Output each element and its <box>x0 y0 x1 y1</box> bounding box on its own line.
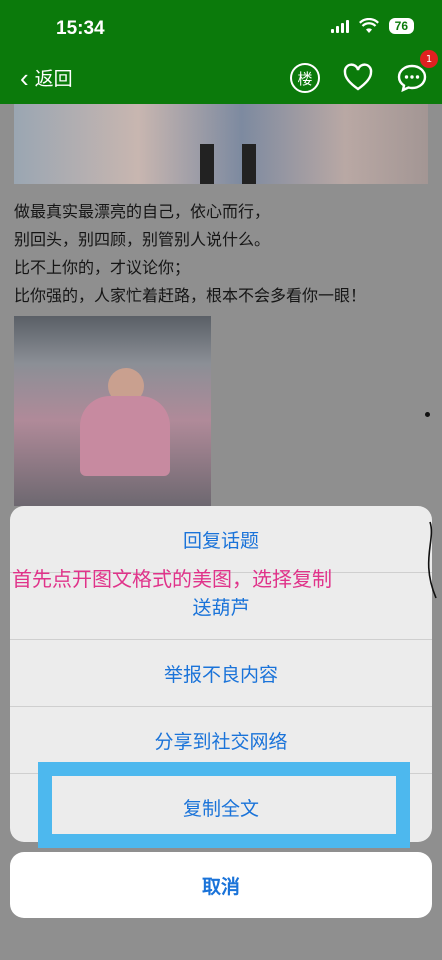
post-text: 做最真实最漂亮的自己，依心而行， 别回头，别四顾，别管别人说什么。 比不上你的，… <box>14 198 432 310</box>
post-line: 比不上你的，才议论你； <box>14 258 191 277</box>
comment-button[interactable]: 1 <box>396 50 438 94</box>
report-content-button[interactable]: 举报不良内容 <box>10 640 432 707</box>
nav-actions: 楼 1 <box>290 50 438 94</box>
stray-dot <box>425 412 430 417</box>
chat-bubble-icon <box>397 64 427 93</box>
battery-indicator: 76 <box>388 18 414 34</box>
comment-count-badge: 1 <box>420 50 438 68</box>
post-image[interactable] <box>14 316 211 506</box>
copy-highlight-frame <box>38 762 410 848</box>
cellular-signal-icon <box>330 19 349 33</box>
back-button[interactable]: ‹ 返回 <box>20 64 73 91</box>
heart-icon[interactable] <box>342 62 374 94</box>
status-time: 15:34 <box>56 18 105 39</box>
status-icons: 76 <box>330 18 414 34</box>
wifi-icon <box>358 18 379 33</box>
reply-topic-button[interactable]: 回复话题 <box>10 506 432 573</box>
top-bar: 15:34 76 ‹ 返回 楼 1 <box>0 0 442 104</box>
post-image-top[interactable] <box>14 104 428 184</box>
back-label: 返回 <box>34 69 73 90</box>
post-line: 别回头，别四顾，别管别人说什么。 <box>14 230 271 249</box>
annotation-curve <box>427 521 437 599</box>
chevron-left-icon: ‹ <box>20 62 29 93</box>
cancel-button[interactable]: 取消 <box>10 852 432 918</box>
floor-icon-label: 楼 <box>297 69 313 88</box>
post-line: 比你强的，人家忙着赶路，根本不会多看你一眼！ <box>14 286 367 305</box>
post-line: 做最真实最漂亮的自己，依心而行， <box>14 202 271 221</box>
tutorial-annotation: 首先点开图文格式的美图，选择复制 <box>12 567 332 591</box>
floor-button[interactable]: 楼 <box>290 63 320 93</box>
